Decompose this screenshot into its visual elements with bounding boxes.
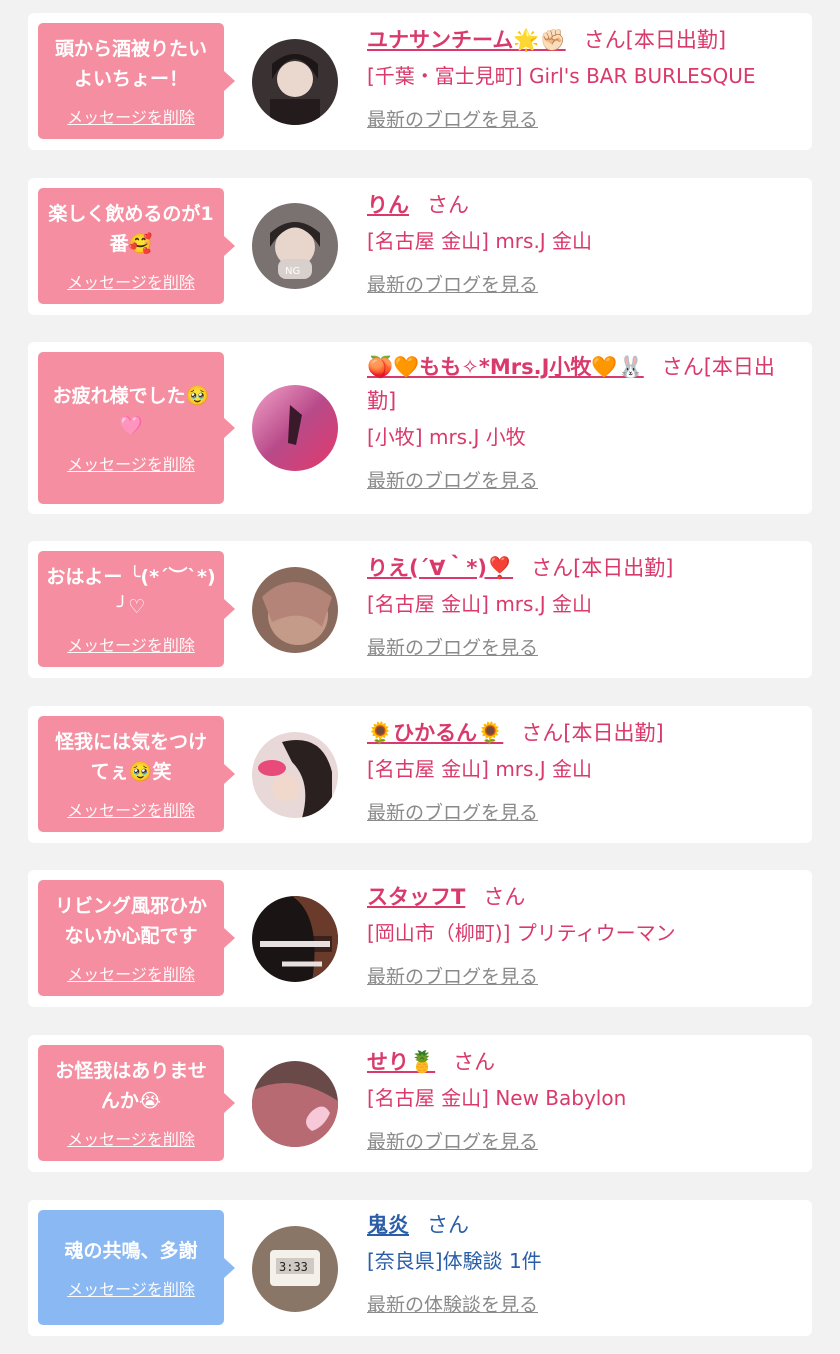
- user-name-link[interactable]: 🌻ひかるん🌻: [367, 721, 503, 745]
- delete-message-button[interactable]: メッセージを削除: [67, 961, 195, 985]
- shop-info: [奈良県]体験談 1件: [367, 1249, 542, 1273]
- avatar[interactable]: [252, 567, 338, 653]
- shop-info: [千葉・富士見町] Girl's BAR BURLESQUE: [367, 64, 756, 88]
- list-item: 楽しく飲めるのが1番🥰 メッセージを削除 NG りん さん [名古屋 金山] mr…: [28, 178, 812, 315]
- shop-info: [名古屋 金山] mrs.J 金山: [367, 229, 593, 253]
- user-suffix: さん[本日出勤]: [521, 721, 664, 745]
- message-text: 魂の共鳴、多謝: [64, 1239, 198, 1262]
- shop-info: [名古屋 金山] mrs.J 金山: [367, 592, 593, 616]
- message-bubble: 怪我には気をつけてぇ🥹笑 メッセージを削除: [38, 716, 235, 832]
- user-suffix: さん: [427, 1213, 469, 1237]
- message-bubble: お怪我はありませんか😭 メッセージを削除: [38, 1045, 235, 1161]
- user-name-link[interactable]: 🍑🧡もも✧*Mrs.J小牧🧡🐰: [367, 355, 644, 379]
- latest-blog-link[interactable]: 最新のブログを見る: [367, 270, 538, 297]
- avatar[interactable]: [252, 732, 338, 818]
- message-bubble: お疲れ様でした🥹🩷 メッセージを削除: [38, 352, 235, 504]
- message-text: 楽しく飲めるのが1番🥰: [48, 203, 214, 255]
- user-name-link[interactable]: りん: [367, 193, 409, 217]
- list-item: 頭から酒被りたいよいちょー！ メッセージを削除 ユナサンチーム🌟✊🏻 さん[本日出…: [28, 13, 812, 150]
- user-name-link[interactable]: せり🍍: [367, 1050, 435, 1074]
- shop-info: [名古屋 金山] mrs.J 金山: [367, 757, 593, 781]
- user-name-link[interactable]: ユナサンチーム🌟✊🏻: [367, 28, 566, 52]
- user-suffix: さん[本日出勤]: [583, 28, 727, 52]
- avatar[interactable]: 3:33: [252, 1226, 338, 1312]
- message-bubble: 頭から酒被りたいよいちょー！ メッセージを削除: [38, 23, 235, 139]
- delete-message-button[interactable]: メッセージを削除: [67, 269, 195, 293]
- latest-blog-link[interactable]: 最新のブログを見る: [367, 798, 538, 825]
- latest-blog-link[interactable]: 最新のブログを見る: [367, 962, 538, 989]
- delete-message-button[interactable]: メッセージを削除: [67, 104, 195, 128]
- message-text: お疲れ様でした🥹🩷: [52, 385, 210, 437]
- avatar[interactable]: NG: [252, 203, 338, 289]
- delete-message-button[interactable]: メッセージを削除: [67, 1276, 195, 1300]
- message-text: リビング風邪ひかないか心配です: [54, 895, 207, 947]
- shop-info: [岡山市（柳町)] プリティウーマン: [367, 921, 676, 945]
- message-bubble: 魂の共鳴、多謝 メッセージを削除: [38, 1210, 235, 1325]
- list-item: お疲れ様でした🥹🩷 メッセージを削除 🍑🧡もも✧*Mrs.J小牧🧡🐰 さん[本日出…: [28, 342, 812, 514]
- delete-message-button[interactable]: メッセージを削除: [67, 1126, 195, 1150]
- delete-message-button[interactable]: メッセージを削除: [67, 797, 195, 821]
- list-item: おはよー ╰(*´︶`*)╯♡ メッセージを削除 りえ(´∀｀*)❣️ さん[本日…: [28, 541, 812, 678]
- user-suffix: さん: [483, 885, 526, 909]
- avatar[interactable]: [252, 1061, 338, 1147]
- delete-message-button[interactable]: メッセージを削除: [67, 451, 195, 475]
- latest-blog-link[interactable]: 最新のブログを見る: [367, 466, 538, 493]
- user-suffix: さん: [427, 193, 469, 217]
- latest-review-link[interactable]: 最新の体験談を見る: [367, 1290, 538, 1317]
- list-item: リビング風邪ひかないか心配です メッセージを削除 スタッフT さん [岡山市（柳町…: [28, 870, 812, 1007]
- svg-text:3:33: 3:33: [279, 1260, 308, 1274]
- latest-blog-link[interactable]: 最新のブログを見る: [367, 105, 538, 132]
- message-text: おはよー ╰(*´︶`*)╯♡: [46, 566, 216, 618]
- list-item: 魂の共鳴、多謝 メッセージを削除 3:33 鬼炎 さん [奈良県]体験談 1件 最…: [28, 1200, 812, 1336]
- user-name-link[interactable]: 鬼炎: [367, 1213, 409, 1237]
- latest-blog-link[interactable]: 最新のブログを見る: [367, 633, 538, 660]
- message-text: 頭から酒被りたいよいちょー！: [54, 38, 207, 90]
- avatar[interactable]: [252, 39, 338, 125]
- avatar[interactable]: [252, 385, 338, 471]
- user-suffix: さん[本日出勤]: [531, 556, 674, 580]
- message-text: 怪我には気をつけてぇ🥹笑: [54, 731, 207, 783]
- message-text: お怪我はありませんか😭: [55, 1060, 207, 1112]
- list-item: お怪我はありませんか😭 メッセージを削除 せり🍍 さん [名古屋 金山] New …: [28, 1035, 812, 1172]
- user-name-link[interactable]: スタッフT: [367, 885, 465, 909]
- shop-info: [小牧] mrs.J 小牧: [367, 425, 526, 449]
- user-name-link[interactable]: りえ(´∀｀*)❣️: [367, 556, 513, 580]
- user-suffix: さん: [453, 1050, 496, 1074]
- avatar[interactable]: [252, 896, 338, 982]
- message-bubble: おはよー ╰(*´︶`*)╯♡ メッセージを削除: [38, 551, 235, 667]
- svg-text:NG: NG: [285, 266, 300, 277]
- delete-message-button[interactable]: メッセージを削除: [67, 632, 195, 656]
- shop-info: [名古屋 金山] New Babylon: [367, 1086, 627, 1110]
- latest-blog-link[interactable]: 最新のブログを見る: [367, 1127, 538, 1154]
- message-bubble: 楽しく飲めるのが1番🥰 メッセージを削除: [38, 188, 235, 304]
- message-bubble: リビング風邪ひかないか心配です メッセージを削除: [38, 880, 235, 996]
- list-item: 怪我には気をつけてぇ🥹笑 メッセージを削除 🌻ひかるん🌻 さん[本日出勤] [名古…: [28, 706, 812, 843]
